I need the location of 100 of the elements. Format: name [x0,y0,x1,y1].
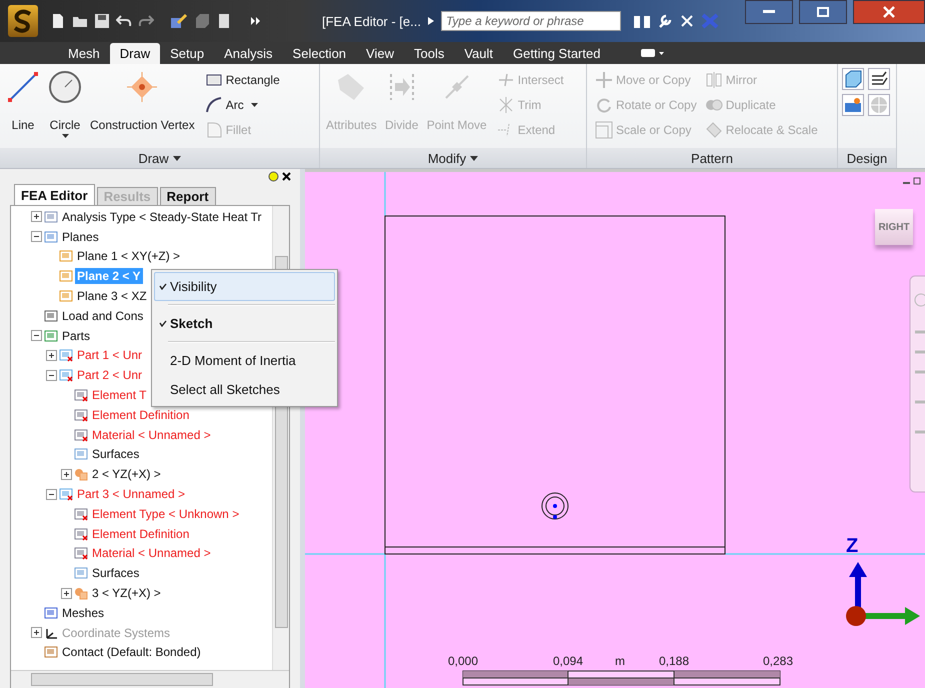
restore-icon [817,7,829,17]
ribbon-tab[interactable]: Vault [454,43,504,64]
group-title: Pattern [587,148,837,168]
app-menu-button[interactable] [8,5,38,37]
panel-tab[interactable]: FEA Editor [14,184,95,205]
edit-icon[interactable] [170,13,188,29]
tree-item[interactable]: Contact (Default: Bonded) [60,644,203,660]
redo-icon[interactable] [138,13,154,29]
tree-item[interactable]: 2 < YZ(+X) > [90,466,163,482]
table-icon [74,428,88,442]
expand-toggle[interactable] [61,588,72,599]
menu-item[interactable]: Select all Sketches [154,375,335,404]
body-icon [74,467,88,482]
palette-icon [844,96,862,114]
caret-icon [62,134,68,138]
save-icon[interactable] [94,13,110,29]
expand-toggle[interactable] [31,211,42,222]
wrench-icon[interactable] [656,13,673,29]
rotate-icon [595,96,613,114]
ribbon-button[interactable]: Rectangle [204,70,280,90]
tree-item[interactable]: Element Definition [90,526,192,542]
ribbon-tab[interactable]: Analysis [214,43,283,64]
vertex-icon [125,70,160,104]
close-icon [883,6,895,18]
contact-icon [44,645,58,660]
trim-icon [496,96,515,114]
collapse-toggle[interactable] [46,370,57,381]
pin-icon[interactable] [268,171,279,182]
tree-item[interactable]: Part 1 < Unr [75,347,144,364]
tree-item[interactable]: Material < Unnamed > [90,545,213,562]
tree-item[interactable]: 3 < YZ(+X) > [90,585,163,602]
surface-icon [74,447,88,462]
ribbon-tab[interactable]: Mesh [58,43,110,64]
scrollbar-thumb[interactable] [31,673,213,686]
minimize-icon [763,10,775,14]
tree-item[interactable]: Element T [90,387,148,404]
tree-item[interactable]: Load and Cons [60,308,146,324]
ribbon-tab[interactable]: Getting Started [503,43,610,64]
new-file-icon[interactable] [50,13,66,29]
menu-item[interactable]: Sketch [154,309,335,338]
ribbon-button[interactable]: Arc [204,95,280,115]
caret-icon[interactable] [426,16,435,26]
scale-icon [595,121,613,139]
restore-button[interactable] [799,0,847,24]
ribbon-tab[interactable]: Draw [110,43,160,64]
ribbon-tab[interactable]: View [356,43,404,64]
design-tool-button[interactable] [842,68,864,90]
minimize-button[interactable] [745,0,793,24]
window-title: [FEA Editor - [e... [322,14,421,28]
cube-icon[interactable] [194,13,210,29]
undo-icon[interactable] [116,13,132,29]
table-icon [74,526,88,541]
search-field[interactable]: Type a keyword or phrase [440,11,621,31]
group-title[interactable]: Draw [0,148,319,168]
sketch-circle[interactable] [542,492,568,520]
ribbon-tab[interactable]: Tools [404,43,454,64]
ribbon-tab[interactable]: Setup [160,43,214,64]
ribbon-tab[interactable]: Selection [282,43,356,64]
move-icon [595,71,613,89]
tree-item[interactable]: Meshes [60,604,106,621]
tree-item[interactable]: Material < Unnamed > [90,426,213,443]
intersect-icon [496,71,515,89]
tree-item[interactable]: Part 3 < Unnamed > [75,486,188,502]
sphere-icon [870,96,888,114]
design-tool-button[interactable] [868,68,890,90]
ribbon-button[interactable]: Line [4,68,42,148]
close-button[interactable] [853,0,925,24]
tree-item[interactable]: Plane 1 < XY(+Z) > [75,248,182,264]
ribbon-button[interactable]: Circle [46,68,84,148]
collapse-toggle[interactable] [31,231,42,242]
ribbon-button[interactable]: Construction Vertex [88,68,197,148]
document-icon[interactable] [216,13,232,29]
ribbon-options-icon[interactable] [640,46,666,60]
horizontal-scrollbar[interactable] [11,670,289,688]
restore-icon[interactable] [914,178,920,184]
menu-item[interactable]: Visibility [154,272,335,301]
sheet-icon [44,210,58,224]
panel-tab[interactable]: Report [160,187,216,205]
tree-item[interactable]: Element Definition [90,406,192,423]
tree-item[interactable]: Analysis Type < Steady-State Heat Tr [60,208,264,225]
tree-item[interactable]: Parts [60,328,92,344]
tree-item[interactable]: Surfaces [90,565,142,582]
group-title: Design [838,148,896,168]
menu-item[interactable]: 2-D Moment of Inertia [154,346,335,375]
close-icon[interactable] [281,171,292,182]
collapse-toggle[interactable] [31,330,42,342]
tree-item[interactable]: Element Type < Unknown > [90,506,242,522]
parts-icon [44,328,58,343]
body-icon [74,586,88,600]
table-icon [74,388,88,402]
part-icon [59,348,73,362]
tree-item[interactable]: Part 2 < Unr [75,367,144,384]
tree-item[interactable]: Plane 3 < XZ [75,288,149,304]
tree-item[interactable]: Planes [60,228,101,245]
scale-label: 0,283 [763,654,794,668]
collapse-toggle[interactable] [46,488,57,500]
group-title[interactable]: Modify [320,148,586,168]
expand-toggle[interactable] [46,350,57,361]
tree-item[interactable]: Surfaces [90,446,142,462]
expand-toggle[interactable] [61,468,72,480]
